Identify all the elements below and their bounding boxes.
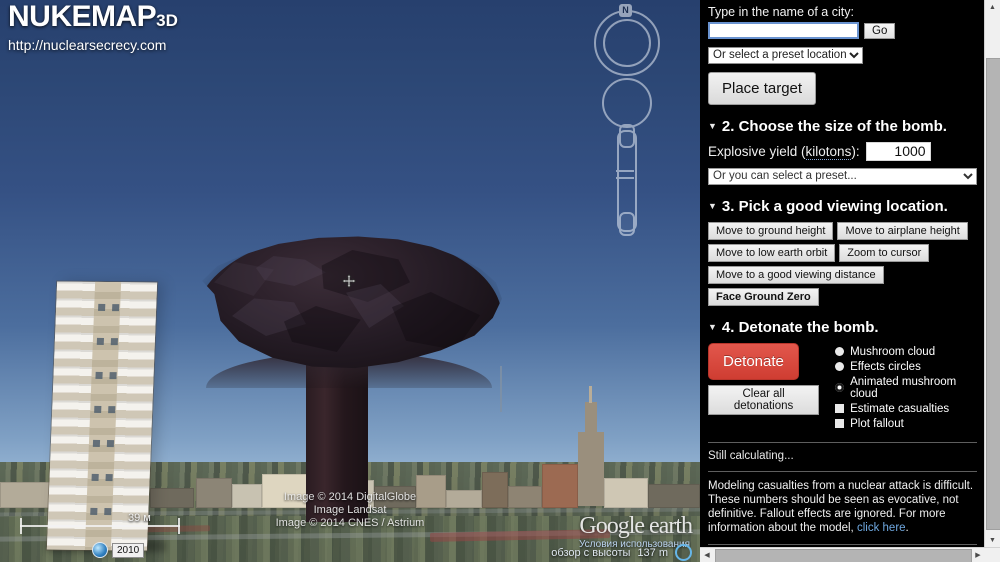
- radio-icon[interactable]: [835, 347, 845, 356]
- compass-north-label[interactable]: N: [619, 4, 632, 17]
- collapse-triangle-icon[interactable]: ▼: [708, 322, 717, 332]
- scale-bar: [20, 518, 180, 534]
- logo-title: NUKEMAP: [8, 0, 157, 33]
- nukemap-control-panel: Type in the name of a city: Go Or select…: [700, 0, 1000, 562]
- yield-label: Explosive yield (kilotons):: [708, 143, 860, 160]
- go-button[interactable]: Go: [864, 22, 896, 39]
- scroll-down-arrow-icon[interactable]: ▼: [985, 533, 1000, 548]
- scale-bar-label: 39 м: [128, 512, 151, 524]
- section-4-title: 4. Detonate the bomb.: [721, 318, 879, 336]
- eye-altitude-value: 137 m: [637, 546, 668, 559]
- detonation-options: Mushroom cloud Effects circles Animated …: [835, 343, 977, 433]
- nukemap3d-app: N NUKEMAP3D http://nuclearsecrecy.com Im…: [0, 0, 1000, 562]
- kilotons-term[interactable]: kilotons: [805, 143, 852, 160]
- nukemap-logo: NUKEMAP3D http://nuclearsecrecy.com: [8, 0, 178, 54]
- detonate-button[interactable]: Detonate: [708, 342, 799, 380]
- logo-url: http://nuclearsecrecy.com: [8, 37, 167, 53]
- detonate-row: Detonate Clear all detonations Mushroom …: [708, 342, 977, 433]
- option-label: Estimate casualties: [850, 402, 950, 415]
- option-effects-circles[interactable]: Effects circles: [835, 361, 977, 373]
- option-label: Effects circles: [850, 360, 921, 373]
- section-2-title: 2. Choose the size of the bomb.: [721, 117, 947, 135]
- face-ground-zero-button[interactable]: Face Ground Zero: [708, 287, 819, 306]
- globe-icon: [92, 542, 108, 558]
- google-earth-logo: Google earth: [579, 513, 693, 539]
- clear-all-detonations-button[interactable]: Clear all detonations: [708, 384, 820, 415]
- panel-horizontal-scrollbar[interactable]: ◀ ▶: [700, 547, 1000, 562]
- disclaimer-text: Modeling casualties from a nuclear attac…: [708, 479, 974, 534]
- historical-imagery-indicator[interactable]: 2010: [92, 542, 145, 558]
- google-earth-viewport[interactable]: N NUKEMAP3D http://nuclearsecrecy.com Im…: [0, 0, 700, 562]
- explosive-yield-input[interactable]: [865, 141, 931, 161]
- option-plot-fallout[interactable]: Plot fallout: [835, 418, 977, 430]
- scroll-up-arrow-icon[interactable]: ▲: [985, 0, 1000, 15]
- panel-vertical-scrollbar[interactable]: ▲ ▼: [984, 0, 1000, 548]
- calculation-status-text: Still calculating...: [708, 449, 794, 462]
- divider: [708, 441, 977, 443]
- option-estimate-casualties[interactable]: Estimate casualties: [835, 403, 977, 415]
- checkbox-icon[interactable]: [835, 419, 845, 428]
- city-label: Type in the name of a city:: [708, 5, 854, 19]
- option-label: Mushroom cloud: [850, 345, 936, 358]
- section-4-header[interactable]: ▼ 4. Detonate the bomb.: [708, 319, 977, 336]
- move-to-airplane-height-button[interactable]: Move to airplane height: [837, 221, 968, 240]
- zoom-in-handle[interactable]: [619, 124, 635, 148]
- imagery-year-label: 2010: [112, 542, 145, 558]
- viewing-buttons-grid: Move to ground height Move to airplane h…: [708, 221, 980, 306]
- eye-altitude-label: обзор с высоты: [551, 546, 631, 559]
- zoom-to-cursor-button[interactable]: Zoom to cursor: [839, 243, 930, 262]
- move-to-ground-height-button[interactable]: Move to ground height: [708, 221, 834, 240]
- casualty-disclaimer: Modeling casualties from a nuclear attac…: [708, 479, 974, 534]
- eye-altitude-icon: [675, 544, 692, 561]
- collapse-triangle-icon[interactable]: ▼: [708, 201, 717, 211]
- move-to-low-earth-orbit-button[interactable]: Move to low earth orbit: [708, 243, 836, 262]
- option-label: Animated mushroom cloud: [850, 375, 957, 400]
- vertical-scroll-thumb[interactable]: [986, 58, 1000, 530]
- yield-row: Explosive yield (kilotons):: [708, 141, 977, 161]
- option-mushroom-cloud[interactable]: Mushroom cloud: [835, 346, 977, 358]
- zoom-slider-thumb[interactable]: [616, 170, 634, 179]
- checkbox-icon[interactable]: [835, 404, 845, 413]
- option-animated-mushroom-cloud[interactable]: Animated mushroom cloud: [835, 376, 977, 400]
- scroll-left-arrow-icon[interactable]: ◀: [700, 548, 714, 562]
- city-search-input[interactable]: [708, 22, 859, 39]
- section-2-header[interactable]: ▼ 2. Choose the size of the bomb.: [708, 118, 977, 135]
- attribution-line-1: Image © 2014 DigitalGlobe: [283, 491, 417, 503]
- earth-status-bar: обзор с высоты 137 m: [551, 544, 692, 561]
- mushroom-cloud-cap: [202, 236, 502, 369]
- radio-icon-selected[interactable]: [835, 383, 845, 392]
- divider: [708, 470, 977, 472]
- tv-tower-spire: [500, 366, 502, 412]
- option-label: Plot fallout: [850, 417, 904, 430]
- disclaimer-click-here-link[interactable]: click here: [857, 522, 906, 534]
- control-panel-content: Type in the name of a city: Go Or select…: [700, 0, 985, 548]
- place-target-button[interactable]: Place target: [708, 71, 817, 105]
- yield-preset-select[interactable]: Or you can select a preset...: [708, 167, 977, 185]
- collapse-triangle-icon[interactable]: ▼: [708, 121, 717, 131]
- preset-location-select[interactable]: Or select a preset location...: [708, 46, 863, 64]
- scroll-right-arrow-icon[interactable]: ▶: [971, 548, 985, 562]
- horizontal-scroll-thumb[interactable]: [715, 549, 972, 562]
- compass-inner-ring[interactable]: [603, 19, 651, 67]
- divider: [708, 543, 977, 545]
- section-3-header[interactable]: ▼ 3. Pick a good viewing location.: [708, 198, 977, 215]
- look-joystick-ring[interactable]: [602, 78, 652, 128]
- logo-suffix: 3D: [156, 11, 178, 30]
- zoom-out-handle[interactable]: [619, 212, 635, 236]
- radio-icon[interactable]: [835, 362, 845, 371]
- pan-cursor-icon: [341, 273, 357, 289]
- move-to-good-viewing-distance-button[interactable]: Move to a good viewing distance: [708, 265, 884, 284]
- section-3-title: 3. Pick a good viewing location.: [721, 197, 948, 215]
- cloud-facet: [392, 292, 480, 350]
- earth-navigation-controls[interactable]: N: [594, 4, 660, 236]
